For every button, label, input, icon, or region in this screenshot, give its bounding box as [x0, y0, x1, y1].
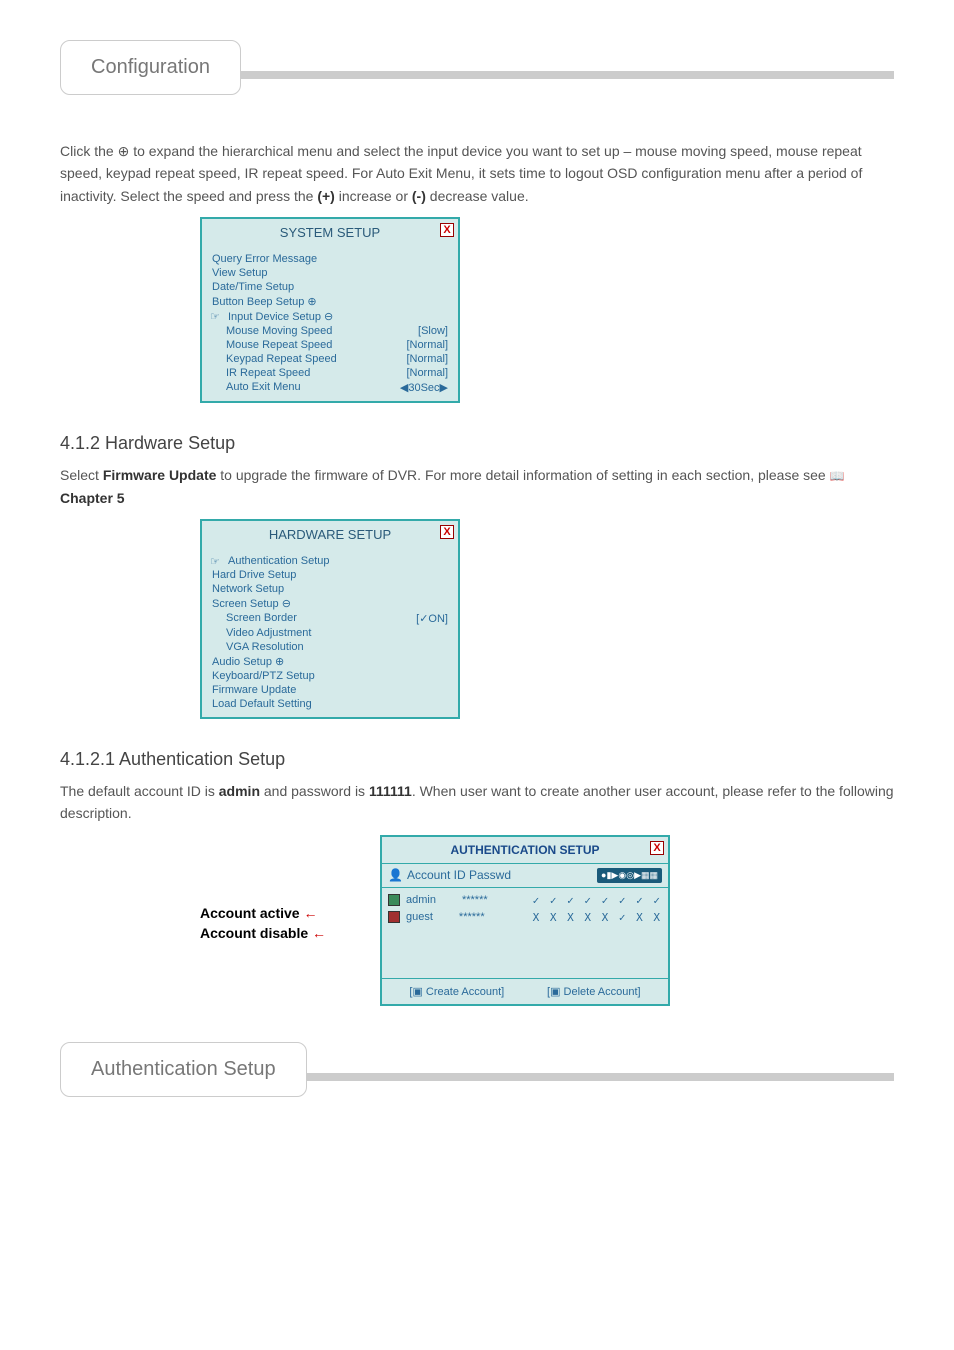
permission-icons: ●▮▶◉◎▶▦▦	[597, 868, 662, 883]
sub-item[interactable]: Screen Border[✓ON]	[212, 611, 448, 626]
create-icon: ▣	[412, 986, 422, 998]
section-heading: 4.1.2 Hardware Setup	[60, 433, 894, 454]
menu-item[interactable]: Button Beep Setup ⊕	[212, 294, 448, 309]
t: SYSTEM SETUP	[280, 225, 380, 240]
hardware-setup-panel: HARDWARE SETUP X Authentication Setup Ha…	[200, 519, 460, 719]
status-active-icon	[388, 894, 400, 906]
delete-icon: ▣	[550, 986, 560, 998]
menu-item[interactable]: Firmware Update	[212, 683, 448, 697]
expand-icon: ⊕	[118, 143, 130, 159]
account-disable-label: Account disable ←	[200, 925, 326, 941]
status-disable-icon	[388, 911, 400, 923]
menu-item[interactable]: Load Default Setting	[212, 697, 448, 711]
perms: ✓ ✓ ✓ ✓ ✓ ✓ ✓ ✓	[533, 894, 662, 907]
panel-title: AUTHENTICATION SETUP X	[382, 837, 668, 864]
default-pw: 111111	[369, 783, 412, 799]
account-pw: ******	[462, 894, 488, 906]
firmware-label: Firmware Update	[103, 467, 217, 483]
menu-item[interactable]: Screen Setup ⊖	[212, 596, 448, 611]
plus-label: (+)	[317, 188, 335, 204]
account-pw: ******	[459, 911, 485, 923]
minus-label: (-)	[412, 188, 426, 204]
menu-item[interactable]: Query Error Message	[212, 252, 448, 266]
menu-item[interactable]: Hard Drive Setup	[212, 568, 448, 582]
admin-id: admin	[219, 783, 260, 799]
col-headers: Account ID Passwd	[407, 868, 511, 882]
tab-configuration: Configuration	[60, 40, 241, 95]
account-id: guest	[406, 911, 433, 923]
account-row[interactable]: guest ****** X X X X X ✓ X X	[388, 909, 662, 926]
divider	[307, 1073, 894, 1081]
auth-header: 👤 Account ID Passwd ●▮▶◉◎▶▦▦	[382, 864, 668, 888]
panel-title: HARDWARE SETUP X	[202, 521, 458, 548]
menu-item-selected[interactable]: Input Device Setup ⊖	[212, 309, 448, 324]
perms: X X X X X ✓ X X	[533, 911, 662, 924]
book-icon: 📖	[830, 469, 845, 483]
tab-auth-setup: Authentication Setup	[60, 1042, 307, 1097]
menu-item[interactable]: Date/Time Setup	[212, 280, 448, 294]
account-row[interactable]: admin ****** ✓ ✓ ✓ ✓ ✓ ✓ ✓ ✓	[388, 892, 662, 909]
arrow-icon: ←	[303, 905, 317, 921]
arrow-icon: ←	[312, 925, 326, 941]
user-icon: 👤	[388, 868, 403, 882]
intro-text: Click the ⊕ to expand the hierarchical m…	[60, 140, 894, 207]
panel-title: SYSTEM SETUP X	[202, 219, 458, 246]
delete-account-button[interactable]: [▣ Delete Account]	[547, 985, 641, 998]
t: decrease value.	[430, 188, 529, 204]
chapter-ref: Chapter 5	[60, 490, 125, 506]
section-heading: 4.1.2.1 Authentication Setup	[60, 749, 894, 770]
close-icon[interactable]: X	[440, 223, 454, 237]
close-icon[interactable]: X	[650, 841, 664, 855]
t: Click the	[60, 143, 114, 159]
sub-item[interactable]: VGA Resolution	[212, 640, 448, 654]
menu-item[interactable]: View Setup	[212, 266, 448, 280]
menu-item-selected[interactable]: Authentication Setup	[212, 554, 448, 568]
menu-item[interactable]: Keyboard/PTZ Setup	[212, 669, 448, 683]
create-account-button[interactable]: [▣ Create Account]	[409, 985, 504, 998]
sub-item[interactable]: Keypad Repeat Speed[Normal]	[212, 352, 448, 366]
sub-item[interactable]: Mouse Moving Speed[Slow]	[212, 324, 448, 338]
menu-item[interactable]: Audio Setup ⊕	[212, 654, 448, 669]
close-icon[interactable]: X	[440, 525, 454, 539]
hardware-text: Select Firmware Update to upgrade the fi…	[60, 464, 894, 509]
t: increase or	[339, 188, 412, 204]
account-active-label: Account active ←	[200, 905, 317, 921]
sub-item[interactable]: IR Repeat Speed[Normal]	[212, 366, 448, 380]
sub-item[interactable]: Auto Exit Menu◀30Sec▶	[212, 380, 448, 395]
auth-text: The default account ID is admin and pass…	[60, 780, 894, 825]
divider	[241, 71, 894, 79]
system-setup-panel: SYSTEM SETUP X Query Error Message View …	[200, 217, 460, 403]
account-id: admin	[406, 894, 436, 906]
sub-item[interactable]: Video Adjustment	[212, 626, 448, 640]
authentication-panel: AUTHENTICATION SETUP X 👤 Account ID Pass…	[380, 835, 670, 1006]
sub-item[interactable]: Mouse Repeat Speed[Normal]	[212, 338, 448, 352]
menu-item[interactable]: Network Setup	[212, 582, 448, 596]
